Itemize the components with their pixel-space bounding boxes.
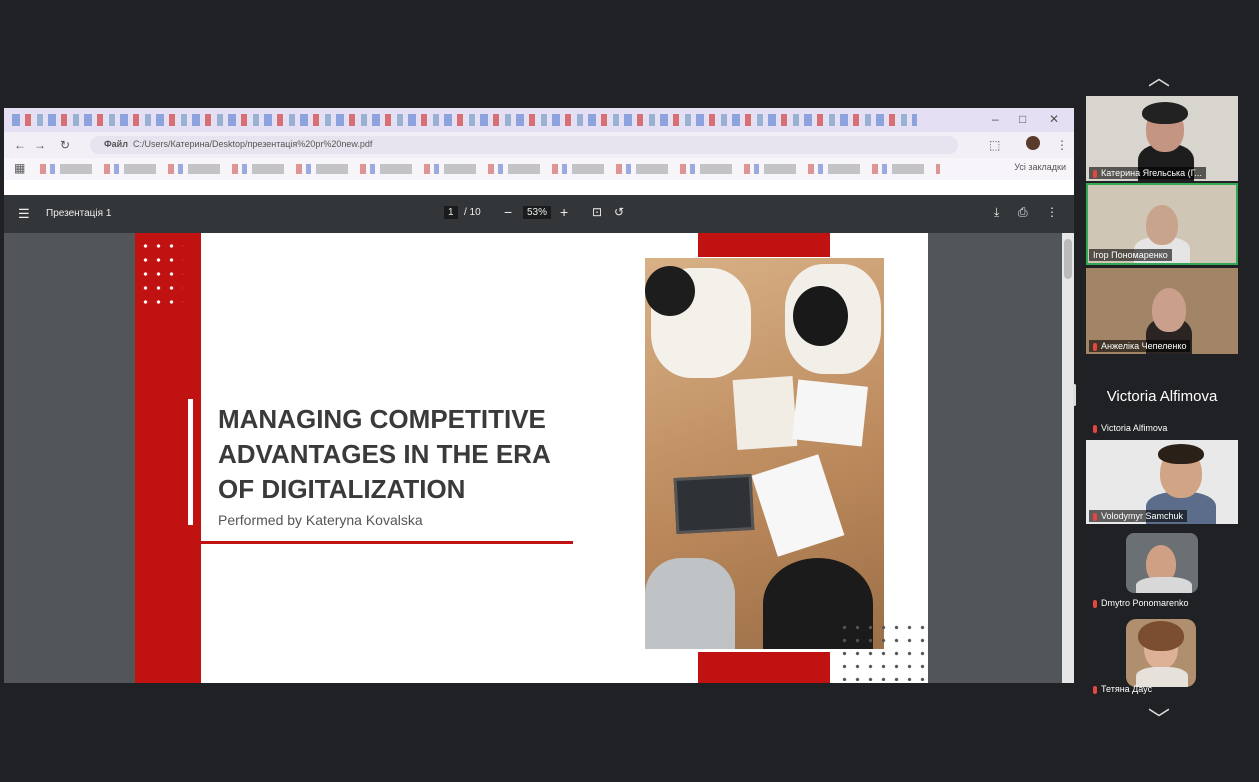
participant-face (1146, 205, 1178, 245)
participant-name: Ігор Пономаренко (1089, 249, 1172, 261)
maximize-icon[interactable]: □ (1019, 112, 1026, 126)
slide-red-block-bottom (698, 652, 830, 683)
pdf-viewer[interactable]: MANAGING COMPETITIVE ADVANTAGES IN THE E… (4, 233, 1074, 683)
dot-pattern-top-left (139, 239, 183, 313)
forward-icon[interactable]: → (34, 138, 46, 152)
participant-tile-active-speaker[interactable]: Ігор Пономаренко (1086, 183, 1238, 265)
participant-name-text: Volodymyr Samchuk (1101, 511, 1184, 521)
slide-red-block-top (698, 233, 830, 257)
participant-hair (1142, 102, 1188, 124)
slide-title-line3: OF DIGITALIZATION (218, 474, 466, 504)
more-options-icon[interactable]: ⋮ (1046, 205, 1058, 219)
slide-underline (201, 541, 573, 544)
zoom-out-icon[interactable]: − (504, 204, 512, 220)
site-badge: Файл (104, 139, 128, 149)
download-icon[interactable]: ⤓ (994, 205, 999, 220)
participant-avatar (1126, 533, 1198, 593)
mic-off-icon (1093, 512, 1097, 521)
minimize-icon[interactable]: – (992, 112, 999, 126)
url-field[interactable]: Файл C:/Users/Катерина/Desktop/презентац… (90, 136, 958, 154)
mic-off-icon (1093, 599, 1097, 608)
participant-tile[interactable]: Катерина Ягельська (Г... (1086, 96, 1238, 181)
fit-page-icon[interactable]: ⊡ (592, 205, 602, 219)
zoom-input[interactable]: 53% (523, 206, 552, 219)
mic-off-icon (1093, 169, 1097, 178)
zoom-in-icon[interactable]: + (560, 204, 568, 220)
participant-big-name: Victoria Alfimova (1106, 388, 1218, 405)
address-bar-row: ← → ↻ Файл C:/Users/Катерина/Desktop/пре… (4, 132, 1074, 158)
participant-name: Dmytro Ponomarenko (1089, 597, 1193, 609)
page-total: / 10 (464, 207, 481, 218)
team-meeting-photo (645, 258, 884, 649)
participant-name-text: Dmytro Ponomarenko (1101, 598, 1189, 608)
participant-tile-no-video[interactable]: Victoria Alfimova (1086, 418, 1238, 438)
scroll-up-icon[interactable]: ︿ (1148, 60, 1170, 92)
extensions-icon[interactable]: ⬚ (989, 138, 1000, 152)
slide-subtitle: Performed by Kateryna Kovalska (218, 512, 423, 528)
participant-name: Анжеліка Чепеленко (1089, 340, 1191, 352)
pinned-tab-icons[interactable] (12, 114, 917, 126)
participant-face (1152, 288, 1186, 332)
scroll-down-icon[interactable]: ﹀ (1148, 702, 1170, 734)
participant-tile[interactable]: Анжеліка Чепеленко (1086, 268, 1238, 354)
participant-tile[interactable]: Dmytro Ponomarenko (1086, 531, 1238, 611)
participant-name-text: Ігор Пономаренко (1093, 250, 1168, 260)
participant-name: Victoria Alfimova (1089, 422, 1171, 434)
scroll-thumb[interactable] (1064, 239, 1072, 279)
print-icon[interactable]: ⎙ (1018, 205, 1028, 220)
back-icon[interactable]: ← (14, 138, 26, 152)
shared-screen: – □ ✕ ← → ↻ Файл C:/Users/Катерина/Deskt… (4, 108, 1074, 683)
slide-title: MANAGING COMPETITIVE ADVANTAGES IN THE E… (218, 402, 618, 507)
bookmarks-bar: ▦ Усі закладки (4, 158, 1074, 180)
participant-name-text: Анжеліка Чепеленко (1101, 341, 1187, 351)
slide-title-line2: ADVANTAGES IN THE ERA (218, 439, 551, 469)
page-input[interactable]: 1 (444, 206, 458, 219)
participant-avatar (1126, 619, 1196, 687)
participant-tile[interactable]: Тетяна Даус (1086, 617, 1238, 697)
participant-name: Volodymyr Samchuk (1089, 510, 1188, 522)
mic-off-icon (1093, 342, 1097, 351)
pdf-scrollbar[interactable] (1062, 233, 1074, 683)
mic-off-icon (1093, 685, 1097, 694)
close-icon[interactable]: ✕ (1049, 112, 1059, 126)
browser-tab-strip[interactable]: – □ ✕ (4, 108, 1074, 132)
dot-pattern-bottom-right (838, 621, 928, 681)
participant-name: Тетяна Даус (1089, 683, 1156, 695)
url-value: C:/Users/Катерина/Desktop/презентація%20… (132, 139, 373, 149)
pdf-title: Презентація 1 (46, 208, 112, 219)
slide-page: MANAGING COMPETITIVE ADVANTAGES IN THE E… (135, 233, 928, 683)
bookmark-items[interactable] (40, 164, 940, 174)
rotate-icon[interactable]: ↺ (614, 205, 624, 219)
url-text: Файл C:/Users/Катерина/Desktop/презентац… (104, 139, 372, 149)
participant-name-text: Катерина Ягельська (Г... (1101, 168, 1202, 178)
pdf-toolbar: ☰ Презентація 1 1 / 10 − 53% + ⊡ ↺ ⤓ ⎙ ⋮ (4, 195, 1074, 233)
all-bookmarks-folder[interactable]: Усі закладки (1014, 162, 1066, 172)
hamburger-icon[interactable]: ☰ (18, 206, 30, 222)
sidebar-resize-handle[interactable] (1073, 384, 1076, 406)
participant-name-text: Тетяна Даус (1101, 684, 1153, 694)
menu-icon[interactable]: ⋮ (1056, 138, 1068, 152)
mic-off-icon (1093, 424, 1097, 433)
slide-vertical-line (188, 399, 193, 525)
participant-hair (1158, 444, 1204, 464)
participant-tile[interactable]: Volodymyr Samchuk (1086, 440, 1238, 524)
apps-icon[interactable]: ▦ (14, 161, 25, 175)
profile-avatar[interactable] (1026, 136, 1040, 150)
reload-icon[interactable]: ↻ (60, 138, 70, 152)
participant-name: Катерина Ягельська (Г... (1089, 167, 1206, 179)
slide-title-line1: MANAGING COMPETITIVE (218, 404, 546, 434)
participant-name-text: Victoria Alfimova (1101, 423, 1168, 433)
